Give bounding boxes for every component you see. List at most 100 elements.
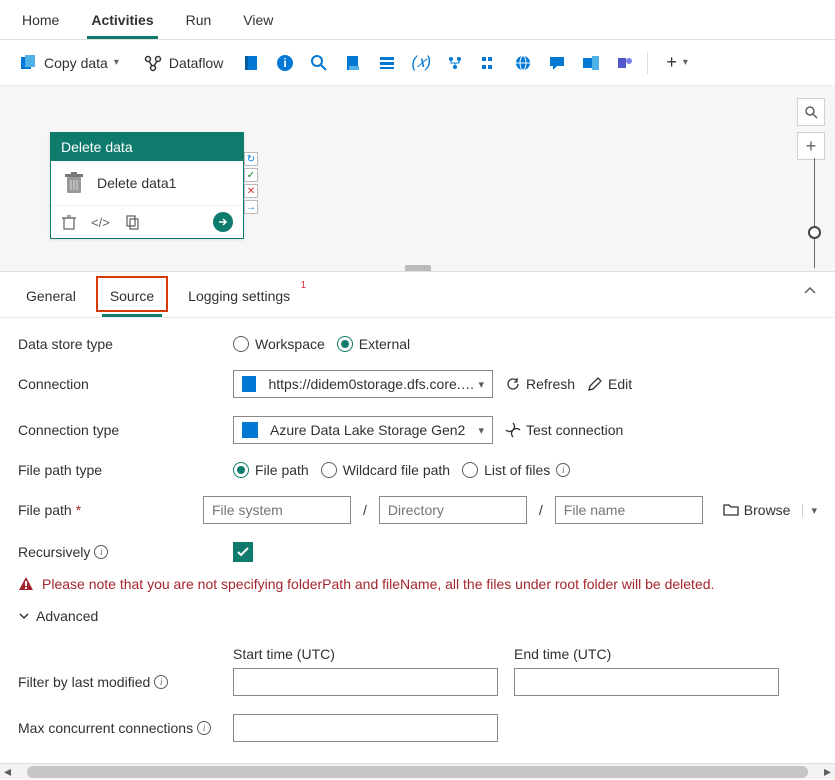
logging-badge: 1 (301, 280, 307, 291)
connection-type-value: Azure Data Lake Storage Gen2 (270, 422, 465, 438)
top-menu: Home Activities Run View (0, 0, 835, 40)
steps-icon[interactable] (479, 53, 499, 73)
add-button[interactable]: + ▾ (660, 48, 694, 77)
path-separator: / (363, 502, 367, 518)
radio-list-files[interactable]: List of files i (462, 462, 570, 478)
canvas-search-button[interactable] (797, 98, 825, 126)
test-connection-button[interactable]: Test connection (505, 422, 623, 438)
radio-file-path[interactable]: File path (233, 462, 309, 478)
chevron-down-icon: ▾ (478, 424, 484, 437)
port-retry[interactable]: ↻ (244, 152, 258, 166)
label-filter-by: Filter by last modified i (18, 674, 233, 690)
pipeline-canvas[interactable]: Delete data Delete data1 </> ↻ ✓ ✕ → + (0, 86, 835, 272)
tab-source[interactable]: Source (102, 282, 162, 317)
run-icon[interactable] (213, 212, 233, 232)
chat-icon[interactable] (547, 53, 567, 73)
search-icon[interactable] (309, 53, 329, 73)
activity-ports: ↻ ✓ ✕ → (244, 152, 258, 214)
radio-file-path-label: File path (255, 462, 309, 478)
port-skip[interactable]: → (244, 200, 258, 214)
path-separator: / (539, 502, 543, 518)
menu-activities[interactable]: Activities (87, 6, 157, 39)
start-time-label: Start time (UTC) (233, 646, 498, 662)
preview-knob[interactable] (808, 226, 821, 239)
chevron-down-icon[interactable]: ▾ (802, 504, 817, 517)
pipeline-icon[interactable] (445, 53, 465, 73)
tab-logging[interactable]: Logging settings 1 (180, 282, 298, 317)
activity-header: Delete data (51, 133, 243, 161)
warning-text: Please note that you are not specifying … (42, 576, 714, 592)
collapse-panel-icon[interactable] (803, 284, 817, 298)
copy-data-icon (18, 53, 38, 73)
svg-text:i: i (284, 56, 287, 70)
label-data-store-type: Data store type (18, 336, 233, 352)
directory-input[interactable] (379, 496, 527, 524)
activity-body: Delete data1 (51, 161, 243, 205)
activity-card[interactable]: Delete data Delete data1 </> (50, 132, 244, 239)
radio-wildcard[interactable]: Wildcard file path (321, 462, 450, 478)
tab-source-label: Source (110, 288, 154, 304)
chevron-down-icon: ▾ (114, 57, 119, 68)
connection-value: https://didem0storage.dfs.core.wind... (268, 376, 478, 392)
delete-icon[interactable] (61, 214, 77, 230)
notebook-icon[interactable] (241, 53, 261, 73)
chevron-down-icon (18, 610, 30, 622)
edit-button[interactable]: Edit (587, 376, 632, 392)
port-fail[interactable]: ✕ (244, 184, 258, 198)
dataflow-icon (143, 53, 163, 73)
connection-select[interactable]: https://didem0storage.dfs.core.wind... ▾ (233, 370, 493, 398)
start-time-input[interactable] (233, 668, 498, 696)
refresh-label: Refresh (526, 376, 575, 392)
toolbar: Copy data ▾ Dataflow i (𝑥) + ▾ (0, 40, 835, 86)
menu-run[interactable]: Run (182, 6, 216, 39)
connection-type-select[interactable]: Azure Data Lake Storage Gen2 ▾ (233, 416, 493, 444)
port-success[interactable]: ✓ (244, 168, 258, 182)
horizontal-scrollbar[interactable]: ◂ ▸ (0, 763, 835, 779)
radio-external[interactable]: External (337, 336, 410, 352)
label-file-path-type: File path type (18, 462, 233, 478)
browse-button[interactable]: Browse (723, 502, 791, 518)
tab-general[interactable]: General (18, 282, 84, 317)
outlook-icon[interactable] (581, 53, 601, 73)
label-recursively: Recursively i (18, 544, 233, 560)
list-icon[interactable] (377, 53, 397, 73)
test-connection-label: Test connection (526, 422, 623, 438)
radio-workspace-label: Workspace (255, 336, 325, 352)
info-icon[interactable]: i (197, 721, 211, 735)
code-icon[interactable]: </> (91, 215, 110, 230)
radio-wildcard-label: Wildcard file path (343, 462, 450, 478)
file-name-input[interactable] (555, 496, 703, 524)
advanced-toggle[interactable]: Advanced (18, 608, 817, 624)
property-tabs: General Source Logging settings 1 (0, 272, 835, 318)
copy-icon[interactable] (124, 214, 140, 230)
radio-workspace[interactable]: Workspace (233, 336, 325, 352)
dataflow-label: Dataflow (169, 55, 223, 71)
refresh-button[interactable]: Refresh (505, 376, 575, 392)
menu-home[interactable]: Home (18, 6, 63, 39)
menu-view[interactable]: View (239, 6, 277, 39)
end-time-input[interactable] (514, 668, 779, 696)
script-icon[interactable] (343, 53, 363, 73)
globe-icon[interactable] (513, 53, 533, 73)
edit-label: Edit (608, 376, 632, 392)
browse-label: Browse (744, 502, 791, 518)
warning-icon (18, 576, 34, 592)
copy-data-button[interactable]: Copy data ▾ (12, 49, 125, 77)
warning-message: Please note that you are not specifying … (18, 576, 817, 592)
info-icon[interactable]: i (556, 463, 570, 477)
variable-icon[interactable]: (𝑥) (411, 53, 431, 73)
info-icon[interactable]: i (154, 675, 168, 689)
info-icon[interactable]: i (275, 53, 295, 73)
max-conn-input[interactable] (233, 714, 498, 742)
resize-grip[interactable] (405, 265, 431, 271)
file-system-input[interactable] (203, 496, 351, 524)
activity-footer: </> (51, 205, 243, 238)
radio-list-files-label: List of files (484, 462, 550, 478)
label-connection: Connection (18, 376, 233, 392)
scrollbar-thumb[interactable] (27, 766, 808, 778)
info-icon[interactable]: i (94, 545, 108, 559)
teams-icon[interactable] (615, 53, 635, 73)
canvas-add-button[interactable]: + (797, 132, 825, 160)
recursively-checkbox[interactable] (233, 542, 253, 562)
dataflow-button[interactable]: Dataflow (137, 49, 229, 77)
